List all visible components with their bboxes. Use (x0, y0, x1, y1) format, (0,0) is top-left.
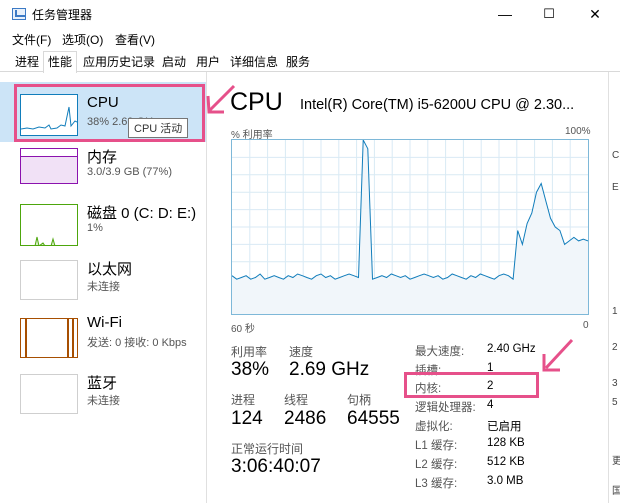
window-title: 任务管理器 (32, 8, 93, 22)
detail-l2-cache-label: L2 缓存: (415, 459, 458, 471)
sidebar-wifi-name: Wi-Fi (87, 314, 122, 331)
threads-value: 2486 (284, 408, 327, 429)
detail-l2-cache-value: 512 KB (487, 456, 525, 468)
processes-value: 124 (231, 408, 263, 429)
tab-details[interactable]: 详细信息 (225, 51, 283, 72)
detail-logical-processors-value: 4 (487, 399, 494, 411)
utilization-label: 利用率 (231, 345, 268, 359)
time-axis-start: 60 秒 (231, 324, 255, 335)
cpu-tooltip: CPU 活动 (128, 118, 189, 138)
threads-label: 线程 (284, 393, 309, 407)
task-manager-icon (12, 8, 26, 20)
utilization-max-label: 100% (565, 126, 591, 137)
background-window-edge: C E 1 2 3 5 更 国 (608, 72, 620, 503)
ethernet-thumbnail (20, 260, 78, 300)
tab-strip: 进程 性能 应用历史记录 启动 用户 详细信息 服务 (0, 50, 620, 73)
sidebar-bluetooth-name: 蓝牙 (87, 375, 118, 392)
tab-app-history[interactable]: 应用历史记录 (78, 51, 160, 72)
disk-thumbnail (20, 204, 78, 246)
close-button[interactable]: ✕ (572, 0, 618, 28)
sidebar-item-bluetooth[interactable]: 蓝牙 未连接 (0, 366, 206, 426)
speed-value: 2.69 GHz (289, 359, 370, 380)
wifi-mini-graph (25, 319, 74, 357)
uptime-value: 3:06:40:07 (231, 456, 321, 477)
processes-label: 进程 (231, 393, 256, 407)
tab-users[interactable]: 用户 (191, 51, 225, 72)
cpu-graph-svg (231, 138, 589, 314)
disk-mini-graph (34, 236, 56, 245)
cpu-utilization-graph (231, 138, 589, 315)
sidebar-wifi-sub: 发送: 0 接收: 0 Kbps (87, 337, 187, 349)
edge-text-7: 更 (612, 456, 620, 467)
wifi-thumbnail (20, 318, 78, 358)
sidebar-bluetooth-sub: 未连接 (87, 395, 120, 407)
sidebar-item-wifi[interactable]: Wi-Fi 发送: 0 接收: 0 Kbps (0, 308, 206, 368)
edge-text-2: E (612, 182, 619, 193)
detail-max-speed-label: 最大速度: (415, 346, 465, 358)
utilization-value: 38% (231, 359, 270, 380)
detail-l1-cache-label: L1 缓存: (415, 440, 458, 452)
detail-l3-cache-label: L3 缓存: (415, 478, 458, 490)
detail-max-speed-value: 2.40 GHz (487, 343, 536, 355)
menu-file[interactable]: 文件(F) (12, 31, 51, 48)
sidebar-memory-sub: 3.0/3.9 GB (77%) (87, 166, 172, 178)
sidebar-item-disk[interactable]: 磁盘 0 (C: D: E:) 1% (0, 194, 206, 254)
handles-value: 64555 (347, 408, 400, 429)
menu-options[interactable]: 选项(O) (62, 31, 103, 48)
edge-text-8: 国 (612, 486, 620, 497)
edge-text-5: 3 (612, 378, 618, 389)
speed-label: 速度 (289, 345, 314, 359)
memory-fill (21, 156, 77, 183)
minimize-button[interactable]: — (482, 0, 528, 28)
sidebar-memory-name: 内存 (87, 149, 118, 166)
detail-virtualization-label: 虚拟化: (415, 421, 453, 433)
sidebar-disk-sub: 1% (87, 222, 103, 234)
detail-logical-processors-label: 逻辑处理器: (415, 402, 476, 414)
sidebar-item-memory[interactable]: 内存 3.0/3.9 GB (77%) (0, 142, 206, 202)
page-title: CPU (230, 88, 283, 116)
sidebar-item-ethernet[interactable]: 以太网 未连接 (0, 252, 206, 312)
tab-processes[interactable]: 进程 (10, 51, 44, 72)
menu-bar: 文件(F) 选项(O) 查看(V) (0, 28, 620, 48)
annotation-arrow-cores (542, 338, 574, 372)
cpu-model-name: Intel(R) Core(TM) i5-6200U CPU @ 2.30... (300, 97, 575, 113)
sidebar-disk-name: 磁盘 0 (C: D: E:) (87, 205, 197, 222)
detail-l1-cache-value: 128 KB (487, 437, 525, 449)
edge-text-6: 5 (612, 397, 618, 408)
edge-text-1: C (612, 150, 620, 161)
sidebar-ethernet-sub: 未连接 (87, 281, 120, 293)
sidebar-ethernet-name: 以太网 (87, 261, 133, 278)
uptime-label: 正常运行时间 (231, 442, 304, 456)
time-axis-end: 0 (583, 320, 589, 331)
edge-text-3: 1 (612, 306, 618, 317)
detail-virtualization-value: 已启用 (487, 421, 522, 433)
maximize-button[interactable]: ☐ (526, 0, 572, 28)
tab-services[interactable]: 服务 (281, 51, 315, 72)
tab-startup[interactable]: 启动 (157, 51, 191, 72)
menu-view[interactable]: 查看(V) (115, 31, 155, 48)
detail-l3-cache-value: 3.0 MB (487, 475, 524, 487)
edge-text-4: 2 (612, 342, 618, 353)
tab-performance[interactable]: 性能 (43, 51, 78, 73)
bluetooth-thumbnail (20, 374, 78, 414)
cores-highlight-box (404, 372, 539, 398)
memory-thumbnail (20, 148, 78, 184)
handles-label: 句柄 (347, 393, 372, 407)
title-bar: 任务管理器 — ☐ ✕ (0, 0, 620, 28)
